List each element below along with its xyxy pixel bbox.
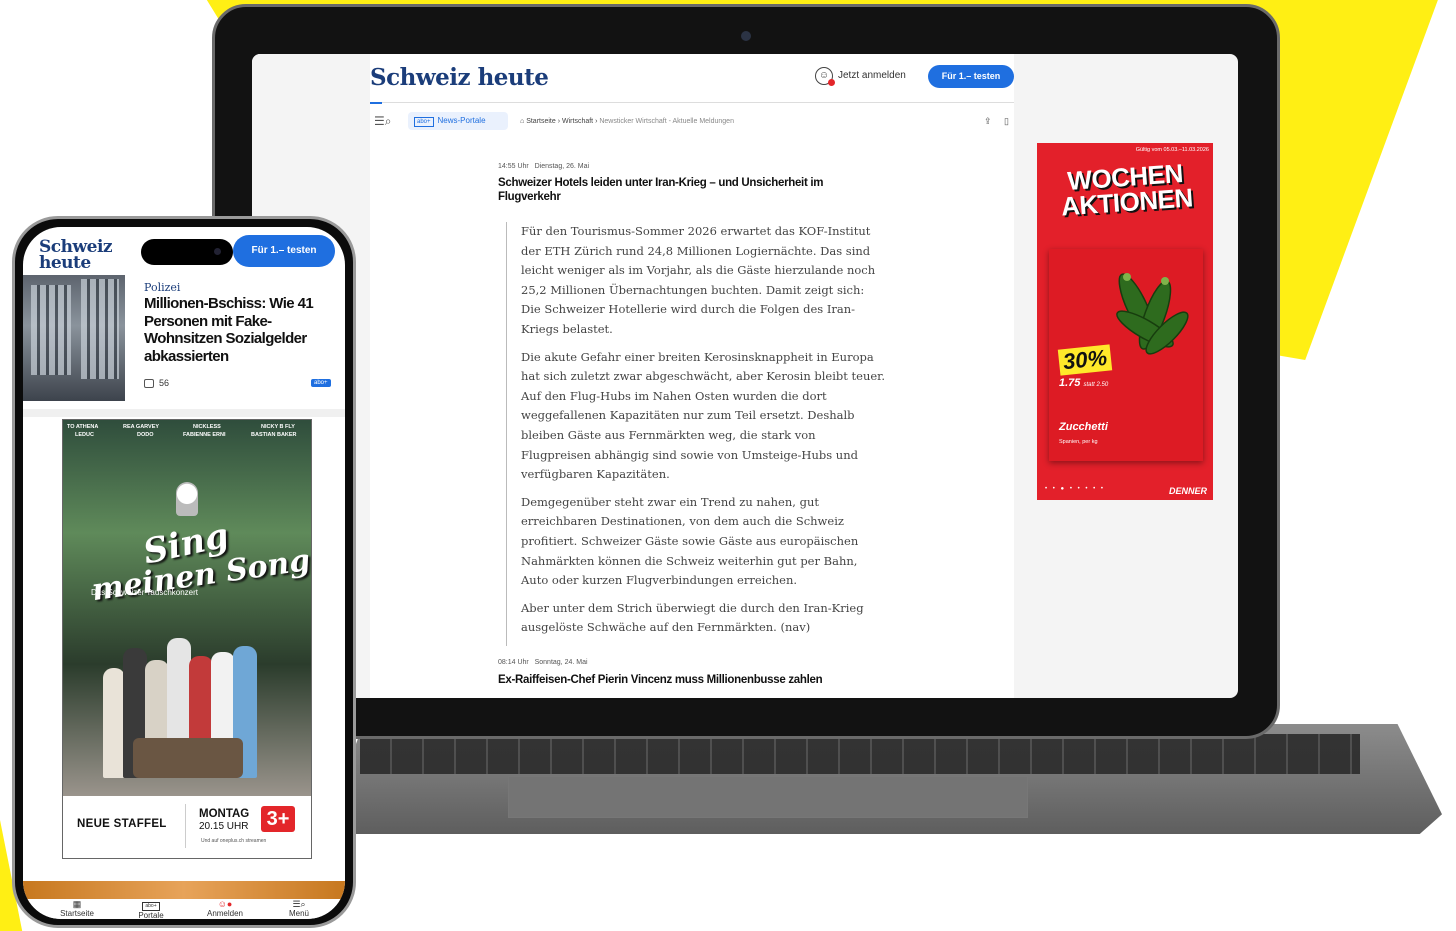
tab-menu[interactable]: ☰⌕ Menü bbox=[269, 899, 329, 919]
news-portals-button[interactable]: abo+ News-Portale bbox=[408, 112, 508, 130]
advertisement[interactable]: Gültig vom 05.03.–11.03.2026 WOCHEN AKTI… bbox=[1037, 143, 1213, 500]
ticker-time: 14:55 Uhr bbox=[498, 163, 529, 170]
promo-artwork: TO ATHENA REA GARVEY NICKLESS NICKY B FL… bbox=[63, 420, 311, 796]
nav-divider bbox=[370, 102, 1014, 103]
phone-frame: Schweiz heute Für 1.– testen Polizei Mil… bbox=[12, 216, 356, 928]
ticker-paragraph: Die akute Gefahr einer breiten Kerosinsk… bbox=[521, 349, 886, 482]
ticker-paragraph: Für den Tourismus-Sommer 2026 erwartet d… bbox=[521, 224, 876, 336]
ad-price-old: statt 2.50 bbox=[1083, 382, 1109, 388]
ticker-date: Sonntag, 24. Mai bbox=[534, 659, 588, 666]
ad-price: 1.75 statt 2.50 bbox=[1059, 377, 1108, 389]
promo-time: 20.15 UHR bbox=[199, 821, 249, 832]
breadcrumb-section[interactable]: Wirtschaft bbox=[562, 118, 593, 125]
tab-home[interactable]: ▦ Startseite bbox=[47, 899, 107, 919]
ad-price-value: 1.75 bbox=[1059, 377, 1081, 389]
notification-dot bbox=[828, 79, 835, 86]
tv-promo-ad[interactable]: TO ATHENA REA GARVEY NICKLESS NICKY B FL… bbox=[62, 419, 312, 859]
tab-label: Anmelden bbox=[206, 909, 244, 918]
promo-credit: FABIENNE ERNI bbox=[183, 432, 226, 438]
camera-icon bbox=[214, 248, 221, 255]
ticker-title[interactable]: Ex-Raiffeisen-Chef Pierin Vincenz muss M… bbox=[498, 673, 858, 687]
channel-logo: 3+ bbox=[261, 806, 295, 832]
teaser-kicker[interactable]: Polizei bbox=[144, 281, 180, 294]
user-icon: ☺● bbox=[217, 899, 233, 909]
login-link[interactable]: Jetzt anmelden bbox=[838, 70, 906, 81]
comment-icon[interactable] bbox=[144, 379, 154, 388]
microphone-icon bbox=[176, 482, 198, 516]
phone-screen: Schweiz heute Für 1.– testen Polizei Mil… bbox=[23, 227, 345, 919]
breadcrumb-current: Newsticker Wirtschaft - Aktuelle Meldung… bbox=[599, 118, 734, 125]
promo-cast-photo bbox=[103, 628, 273, 778]
menu-search-icon[interactable]: ☰⌕ bbox=[374, 114, 391, 129]
ad-product-name: Zucchetti bbox=[1059, 421, 1108, 433]
ad-brand-logo: DENNER bbox=[1168, 486, 1207, 496]
breadcrumb-home[interactable]: Startseite bbox=[526, 118, 556, 125]
share-icon[interactable]: ⇪ bbox=[984, 116, 992, 127]
promo-credit: NICKLESS bbox=[193, 424, 221, 430]
abo-badge: abo+ bbox=[311, 379, 331, 387]
subscribe-button[interactable]: Für 1.– testen bbox=[928, 65, 1014, 88]
section-divider bbox=[23, 409, 345, 417]
laptop-trackpad bbox=[508, 776, 1028, 818]
promo-season-label: NEUE STAFFEL bbox=[77, 818, 167, 830]
laptop-keyboard bbox=[360, 734, 1360, 774]
promo-day: MONTAG bbox=[199, 808, 250, 820]
ticker-date: Dienstag, 26. Mai bbox=[534, 163, 590, 170]
camera-icon bbox=[741, 31, 751, 41]
bookmark-icon[interactable]: ▯ bbox=[1004, 116, 1009, 127]
breadcrumb: ⌂ Startseite › Wirtschaft › Newsticker W… bbox=[520, 118, 734, 125]
promo-stream-note: Und auf oneplus.ch streamen bbox=[201, 838, 267, 844]
promo-credit: TO ATHENA bbox=[67, 424, 99, 430]
zucchini-icon bbox=[1116, 273, 1189, 355]
ticker-body: Für den Tourismus-Sommer 2026 erwartet d… bbox=[506, 222, 886, 646]
site-logo[interactable]: Schweiz heute bbox=[370, 64, 549, 91]
ad-headline-line: AKTIONEN bbox=[1060, 182, 1194, 222]
user-icon[interactable]: ☺ bbox=[815, 67, 835, 86]
teaser-title[interactable]: Millionen-Bschiss: Wie 41 Personen mit F… bbox=[144, 295, 334, 365]
tab-portals[interactable]: abo+ Portale bbox=[121, 899, 181, 919]
building-facade bbox=[31, 285, 71, 375]
teaser-image[interactable] bbox=[23, 275, 125, 401]
promo-tagline: Das Schweizer Tauschkonzert bbox=[91, 588, 199, 597]
news-page: Schweiz heute ☺ Jetzt anmelden Für 1.– t… bbox=[370, 54, 1014, 698]
tab-label: Menü bbox=[288, 909, 309, 918]
home-icon: ▦ bbox=[72, 899, 82, 909]
building-facade bbox=[81, 279, 119, 379]
promo-credit: LEDUC bbox=[75, 432, 94, 438]
ticker-time: 08:14 Uhr bbox=[498, 659, 529, 666]
menu-search-icon: ☰⌕ bbox=[292, 899, 306, 909]
ad-headline: WOCHEN AKTIONEN bbox=[1049, 158, 1202, 222]
ad-carousel-dots[interactable]: • • ● • • • • • bbox=[1045, 486, 1105, 492]
bottom-tab-bar: ▦ Startseite abo+ Portale ☺● Anmelden ☰⌕… bbox=[23, 899, 345, 919]
ticker-paragraph: Aber unter dem Strich überwiegt die durc… bbox=[521, 600, 864, 635]
abo-badge: abo+ bbox=[142, 902, 160, 911]
ad-discount: 30% bbox=[1057, 344, 1113, 376]
site-logo[interactable]: Schweiz heute bbox=[39, 239, 129, 272]
ticker-paragraph: Demgegenüber steht zwar ein Trend zu nah… bbox=[521, 494, 859, 588]
promo-credit: DODO bbox=[137, 432, 154, 438]
ticker-title[interactable]: Schweizer Hotels leiden unter Iran-Krieg… bbox=[498, 176, 858, 204]
abo-badge: abo+ bbox=[414, 117, 434, 127]
abo-icon: abo+ bbox=[121, 899, 181, 911]
comment-count[interactable]: 56 bbox=[159, 378, 169, 388]
ticker-meta: 08:14 Uhr Sonntag, 24. Mai bbox=[498, 659, 588, 666]
subscribe-button[interactable]: Für 1.– testen bbox=[233, 235, 335, 267]
tab-login[interactable]: ☺● Anmelden bbox=[195, 899, 255, 919]
tab-label: Startseite bbox=[60, 909, 94, 918]
ticker-meta: 14:55 Uhr Dienstag, 26. Mai bbox=[498, 163, 589, 170]
news-portals-label: News-Portale bbox=[437, 116, 486, 125]
promo-credit: NICKY B FLY bbox=[261, 424, 295, 430]
promo-divider bbox=[185, 804, 186, 848]
dynamic-island bbox=[141, 239, 233, 265]
promo-credit: BASTIAN BAKER bbox=[251, 432, 297, 438]
tab-label: Portale bbox=[138, 911, 164, 919]
nav-accent bbox=[370, 102, 382, 104]
ad-product-card: 30% 1.75 statt 2.50 Zucchetti Spanien, p… bbox=[1049, 249, 1203, 461]
device-mockup-stage: Schweiz heute ☺ Jetzt anmelden Für 1.– t… bbox=[0, 0, 1456, 931]
ad-validity: Gültig vom 05.03.–11.03.2026 bbox=[1135, 147, 1209, 153]
laptop-screen: Schweiz heute ☺ Jetzt anmelden Für 1.– t… bbox=[252, 54, 1238, 698]
promo-credit: REA GARVEY bbox=[123, 424, 160, 430]
ad-product-origin: Spanien, per kg bbox=[1059, 439, 1098, 445]
